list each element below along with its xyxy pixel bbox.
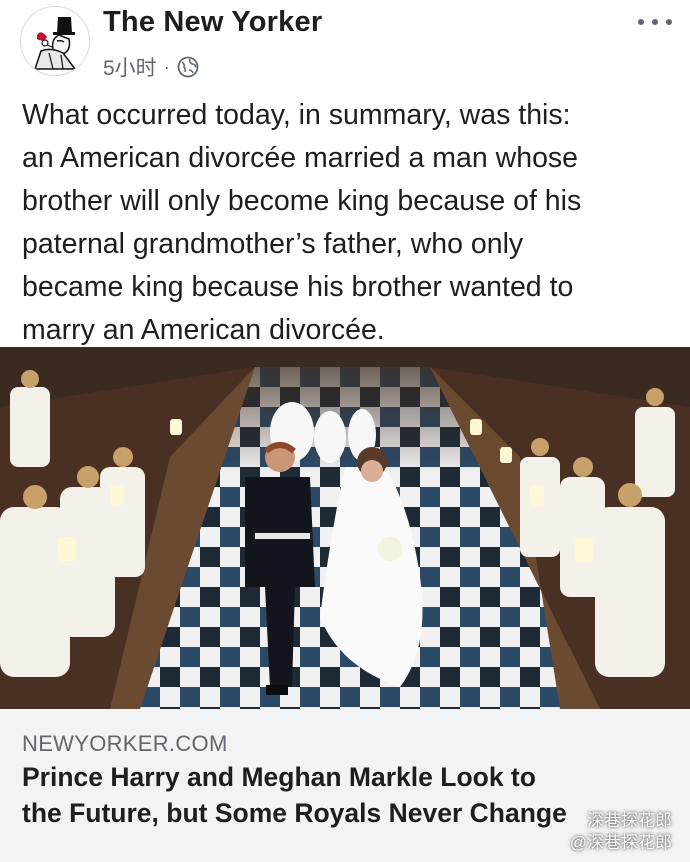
more-dot — [638, 19, 644, 25]
link-preview-card[interactable]: NEWYORKER.COM Prince Harry and Meghan Ma… — [0, 709, 690, 862]
post-text-line: What occurred today, in summary, was thi… — [22, 99, 571, 131]
post-text-line: marry an American divorcée. — [22, 314, 385, 346]
post-text-line: became king because his brother wanted t… — [22, 271, 574, 303]
watermark-line: @深巷探花郎 — [569, 833, 672, 852]
watermark: 深巷探花郎 @深巷探花郎 — [570, 810, 672, 854]
more-options-button[interactable] — [638, 10, 672, 34]
post-meta: 5小时 · — [103, 52, 199, 82]
post-text: What occurred today, in summary, was thi… — [22, 94, 672, 352]
more-dot — [652, 19, 658, 25]
avatar[interactable] — [20, 6, 90, 76]
globe-icon — [177, 56, 199, 78]
post-text-line: an American divorcée married a man whose — [22, 142, 579, 174]
more-dot — [666, 19, 672, 25]
link-domain: NEWYORKER.COM — [22, 731, 228, 756]
page-name[interactable]: The New Yorker — [103, 6, 322, 39]
post-text-line: paternal grandmother’s father, who only — [22, 228, 524, 260]
eustace-tilley-logo-icon — [21, 7, 89, 75]
post-text-line: brother will only become king because of… — [22, 185, 582, 217]
meta-separator: · — [163, 56, 170, 77]
link-headline-line: Prince Harry and Meghan Markle Look to — [22, 762, 536, 792]
post-header: The New Yorker 5小时 · — [0, 0, 690, 85]
watermark-line: 深巷探花郎 — [587, 811, 672, 830]
timestamp[interactable]: 5小时 — [103, 52, 157, 82]
wedding-photo[interactable] — [0, 347, 690, 709]
